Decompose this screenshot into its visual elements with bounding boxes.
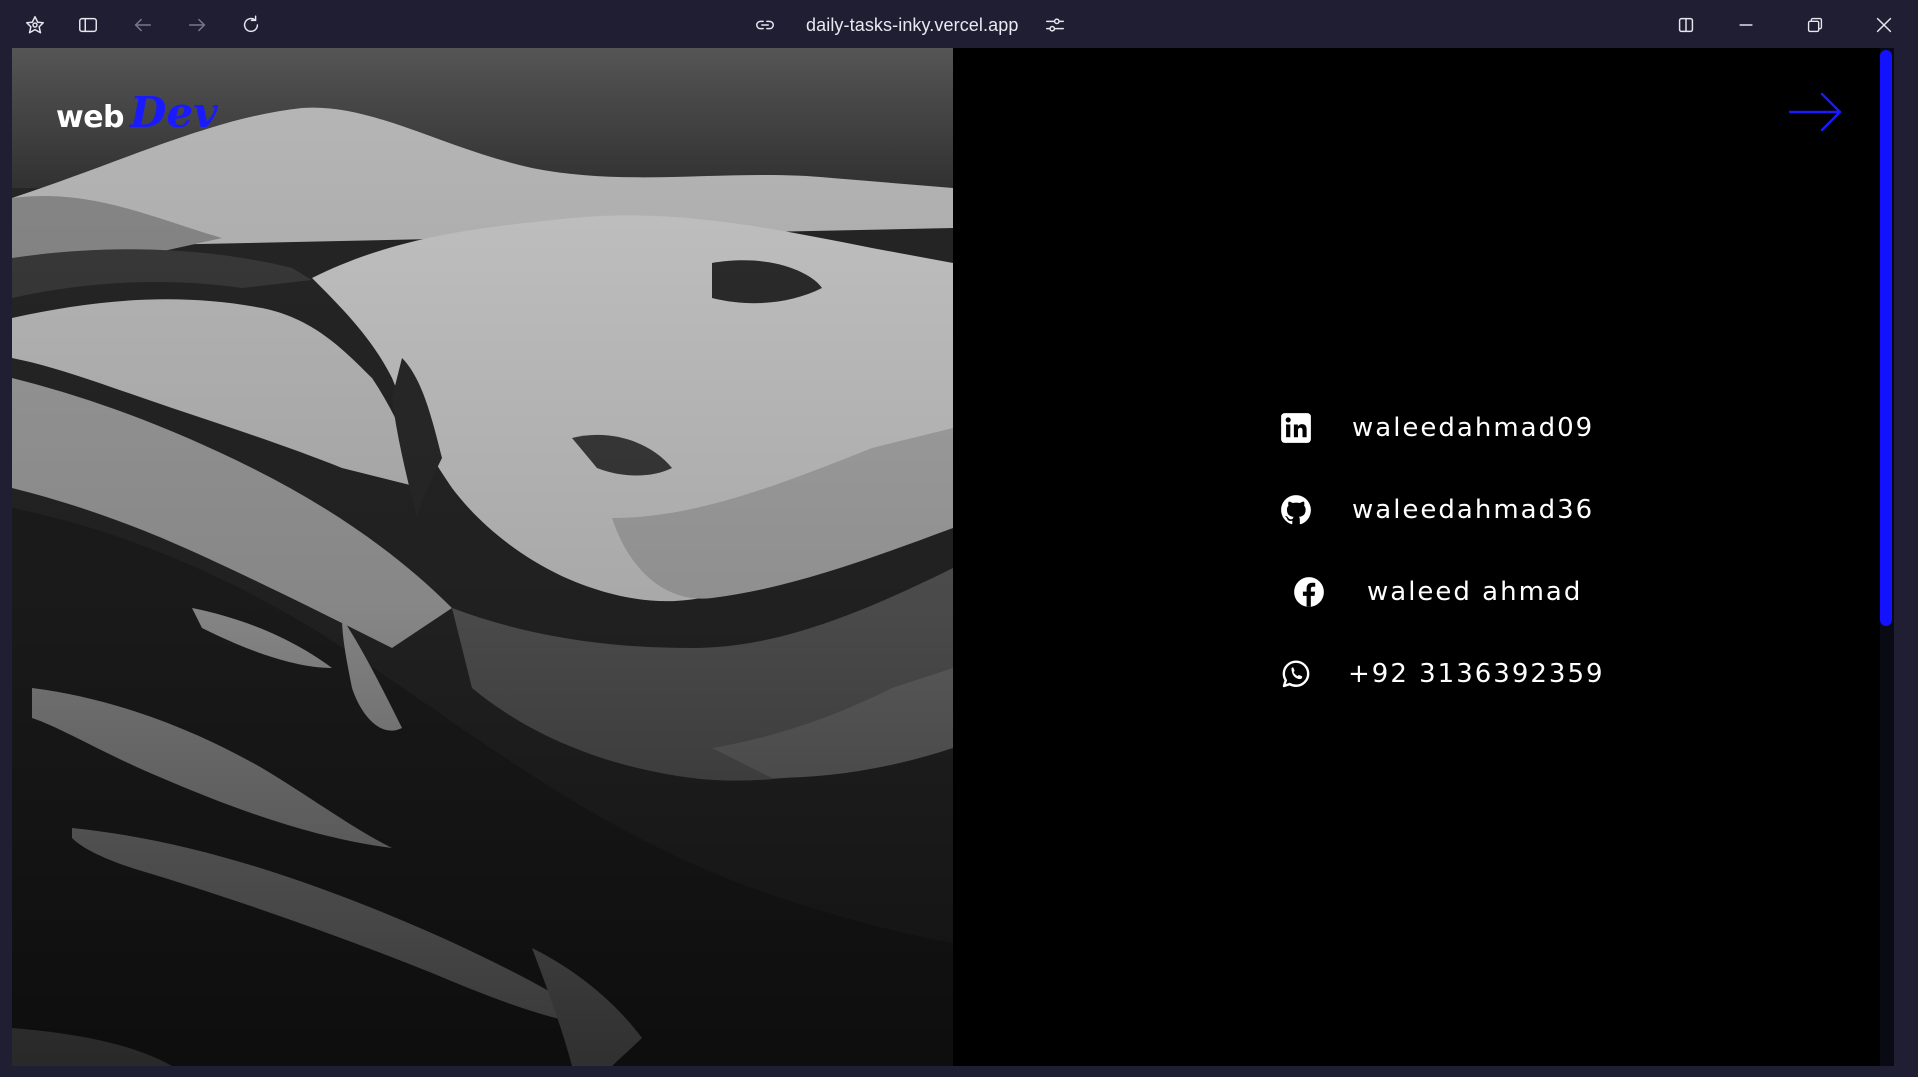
app-logo-icon[interactable]	[20, 10, 50, 40]
link-icon	[752, 12, 778, 38]
site-logo[interactable]: web Dev	[56, 88, 218, 137]
github-icon	[1278, 492, 1314, 528]
site-settings-icon[interactable]	[1042, 12, 1068, 38]
split-view-icon[interactable]	[1671, 10, 1701, 40]
restore-icon[interactable]	[1800, 10, 1830, 40]
contact-label: +92 3136392359	[1348, 659, 1605, 689]
whatsapp-icon	[1278, 656, 1314, 692]
reload-icon[interactable]	[236, 10, 266, 40]
contact-label: waleedahmad09	[1352, 413, 1595, 443]
page-scrollbar[interactable]	[1880, 48, 1894, 1066]
contact-panel: waleedahmad09 waleedahmad36 waleed ahmad…	[953, 48, 1894, 1066]
contact-label: waleed ahmad	[1367, 577, 1583, 607]
snowy-mountains-image	[12, 48, 953, 1066]
contact-label: waleedahmad36	[1352, 495, 1595, 525]
linkedin-icon	[1278, 410, 1314, 446]
url-text[interactable]: daily-tasks-inky.vercel.app	[806, 15, 1018, 36]
close-icon[interactable]	[1869, 10, 1899, 40]
forward-arrow-icon[interactable]	[182, 10, 212, 40]
page-viewport: web Dev waleedahmad09 waleedahmad36 wale…	[12, 48, 1894, 1066]
minimize-icon[interactable]	[1731, 10, 1761, 40]
contact-facebook[interactable]: waleed ahmad	[1291, 574, 1582, 610]
arrow-right-icon[interactable]	[1788, 88, 1844, 136]
contact-linkedin[interactable]: waleedahmad09	[1278, 410, 1594, 446]
contact-github[interactable]: waleedahmad36	[1278, 492, 1594, 528]
browser-toolbar: daily-tasks-inky.vercel.app	[0, 0, 1918, 48]
logo-text-dev: Dev	[130, 88, 218, 137]
logo-text-web: web	[56, 100, 125, 135]
facebook-icon	[1291, 574, 1327, 610]
back-arrow-icon[interactable]	[128, 10, 158, 40]
sidebar-toggle-icon[interactable]	[73, 10, 103, 40]
hero-image-panel: web Dev	[12, 48, 953, 1066]
contact-whatsapp[interactable]: +92 3136392359	[1278, 656, 1605, 692]
scrollbar-thumb[interactable]	[1880, 50, 1892, 626]
address-bar[interactable]: daily-tasks-inky.vercel.app	[752, 8, 1068, 42]
